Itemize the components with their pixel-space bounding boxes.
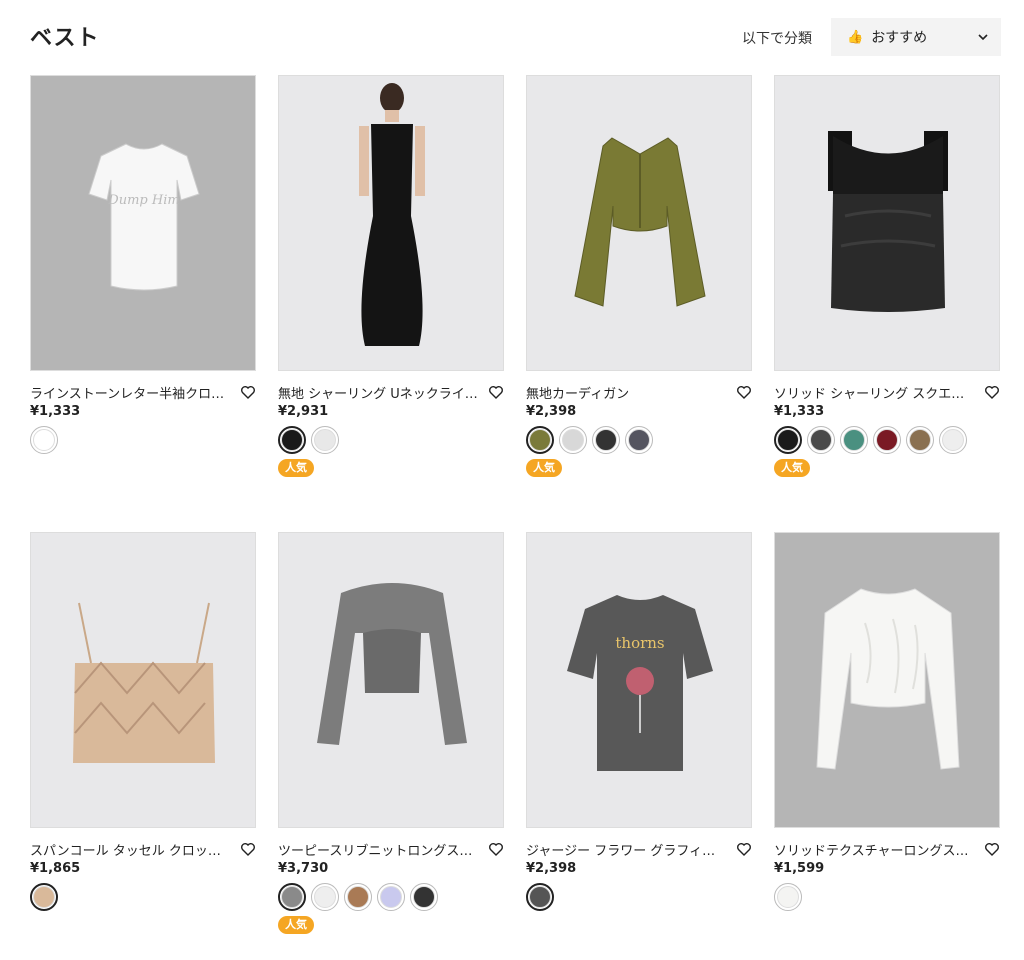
- color-swatches: [278, 883, 504, 913]
- page-title: ベスト: [30, 26, 100, 51]
- product-image[interactable]: [278, 75, 504, 371]
- product-card[interactable]: スパンコール タッセル クロップ キャミソール ¥1,865: [30, 532, 256, 913]
- product-image[interactable]: [30, 532, 256, 828]
- color-swatch[interactable]: [30, 883, 58, 911]
- product-price: ¥2,398: [526, 861, 577, 876]
- heart-icon[interactable]: [984, 841, 1000, 857]
- thumbs-up-icon: 👍: [847, 29, 864, 45]
- product-image[interactable]: [278, 532, 504, 828]
- sequin-cami-icon: [73, 602, 215, 763]
- popular-badge: 人気: [278, 916, 314, 934]
- color-swatch[interactable]: [592, 426, 620, 454]
- color-swatch[interactable]: [774, 883, 802, 911]
- color-swatch[interactable]: [939, 426, 967, 454]
- color-swatches: [774, 883, 1000, 913]
- color-swatch[interactable]: [774, 426, 802, 454]
- popular-badge: 人気: [278, 459, 314, 477]
- product-image[interactable]: [774, 75, 1000, 371]
- product-image[interactable]: thorns: [526, 532, 752, 828]
- color-swatch[interactable]: [410, 883, 438, 911]
- chevron-down-icon: [978, 34, 988, 41]
- color-swatches: [526, 426, 752, 456]
- color-swatch[interactable]: [807, 426, 835, 454]
- svg-text:thorns: thorns: [615, 634, 664, 652]
- product-image[interactable]: [774, 532, 1000, 828]
- product-card[interactable]: ソリッド シャーリング スクエアネック タンクトップ ¥1,333 人気: [774, 75, 1000, 477]
- product-card[interactable]: 無地 シャーリング Uネックライン マキシドレス ¥2,931 人気: [278, 75, 504, 477]
- popular-badge: 人気: [526, 459, 562, 477]
- color-swatch[interactable]: [377, 883, 405, 911]
- color-swatch[interactable]: [30, 426, 58, 454]
- product-image[interactable]: Dump Him: [30, 75, 256, 371]
- color-swatch[interactable]: [311, 426, 339, 454]
- color-swatches: [30, 883, 256, 913]
- grey-knit-set-icon: [317, 583, 467, 745]
- color-swatches: [526, 883, 752, 913]
- olive-cardigan-icon: [574, 137, 706, 307]
- heart-icon[interactable]: [736, 841, 752, 857]
- product-price: ¥1,333: [30, 404, 81, 419]
- sort-value: おすすめ: [871, 30, 928, 46]
- black-tank-top-icon: [828, 131, 948, 312]
- svg-text:Dump Him: Dump Him: [107, 193, 179, 208]
- product-title[interactable]: ジャージー フラワー グラフィック Tシャツ: [526, 840, 736, 859]
- sort-label: 以下で分類: [742, 31, 812, 47]
- heart-icon[interactable]: [240, 841, 256, 857]
- black-maxi-dress-icon: [359, 83, 425, 346]
- color-swatch[interactable]: [526, 883, 554, 911]
- color-swatches: [30, 426, 256, 456]
- color-swatch[interactable]: [311, 883, 339, 911]
- color-swatch[interactable]: [840, 426, 868, 454]
- product-title[interactable]: スパンコール タッセル クロップ キャミソール: [30, 840, 240, 859]
- product-title[interactable]: ラインストーンレター半袖クロップドTシャツ: [30, 383, 240, 402]
- heart-icon[interactable]: [488, 841, 504, 857]
- product-title[interactable]: 無地 シャーリング Uネックライン マキシドレス: [278, 383, 488, 402]
- product-card[interactable]: ソリッドテクスチャーロングスリーブトップ ¥1,599: [774, 532, 1000, 913]
- sort-dropdown[interactable]: 👍 おすすめ: [831, 18, 1001, 56]
- product-title[interactable]: ツーピースリブニットロングスリーブトップ: [278, 840, 488, 859]
- product-title[interactable]: ソリッド シャーリング スクエアネック タンクトップ: [774, 383, 984, 402]
- color-swatch[interactable]: [625, 426, 653, 454]
- heart-icon[interactable]: [736, 384, 752, 400]
- product-card[interactable]: ツーピースリブニットロングスリーブトップ ¥3,730 人気: [278, 532, 504, 934]
- product-price: ¥1,333: [774, 404, 825, 419]
- product-card[interactable]: Dump Him ラインストーンレター半袖クロップドTシャツ ¥1,333: [30, 75, 256, 456]
- product-price: ¥1,599: [774, 861, 825, 876]
- color-swatch[interactable]: [526, 426, 554, 454]
- heart-icon[interactable]: [240, 384, 256, 400]
- product-price: ¥2,398: [526, 404, 577, 419]
- heart-icon[interactable]: [488, 384, 504, 400]
- color-swatch[interactable]: [278, 883, 306, 911]
- white-longsleeve-icon: [816, 588, 960, 770]
- product-price: ¥2,931: [278, 404, 329, 419]
- product-price: ¥3,730: [278, 861, 329, 876]
- product-price: ¥1,865: [30, 861, 81, 876]
- color-swatch[interactable]: [873, 426, 901, 454]
- product-image[interactable]: [526, 75, 752, 371]
- color-swatch[interactable]: [344, 883, 372, 911]
- color-swatch[interactable]: [906, 426, 934, 454]
- color-swatches: [774, 426, 1000, 456]
- product-title[interactable]: 無地カーディガン: [526, 383, 736, 402]
- product-card[interactable]: thorns ジャージー フラワー グラフィック Tシャツ ¥2,398: [526, 532, 752, 913]
- color-swatches: [278, 426, 504, 456]
- popular-badge: 人気: [774, 459, 810, 477]
- color-swatch[interactable]: [278, 426, 306, 454]
- product-title[interactable]: ソリッドテクスチャーロングスリーブトップ: [774, 840, 984, 859]
- graphic-tshirt-icon: thorns: [567, 595, 713, 771]
- heart-icon[interactable]: [984, 384, 1000, 400]
- white-tshirt-icon: Dump Him: [88, 143, 200, 291]
- color-swatch[interactable]: [559, 426, 587, 454]
- product-card[interactable]: 無地カーディガン ¥2,398 人気: [526, 75, 752, 477]
